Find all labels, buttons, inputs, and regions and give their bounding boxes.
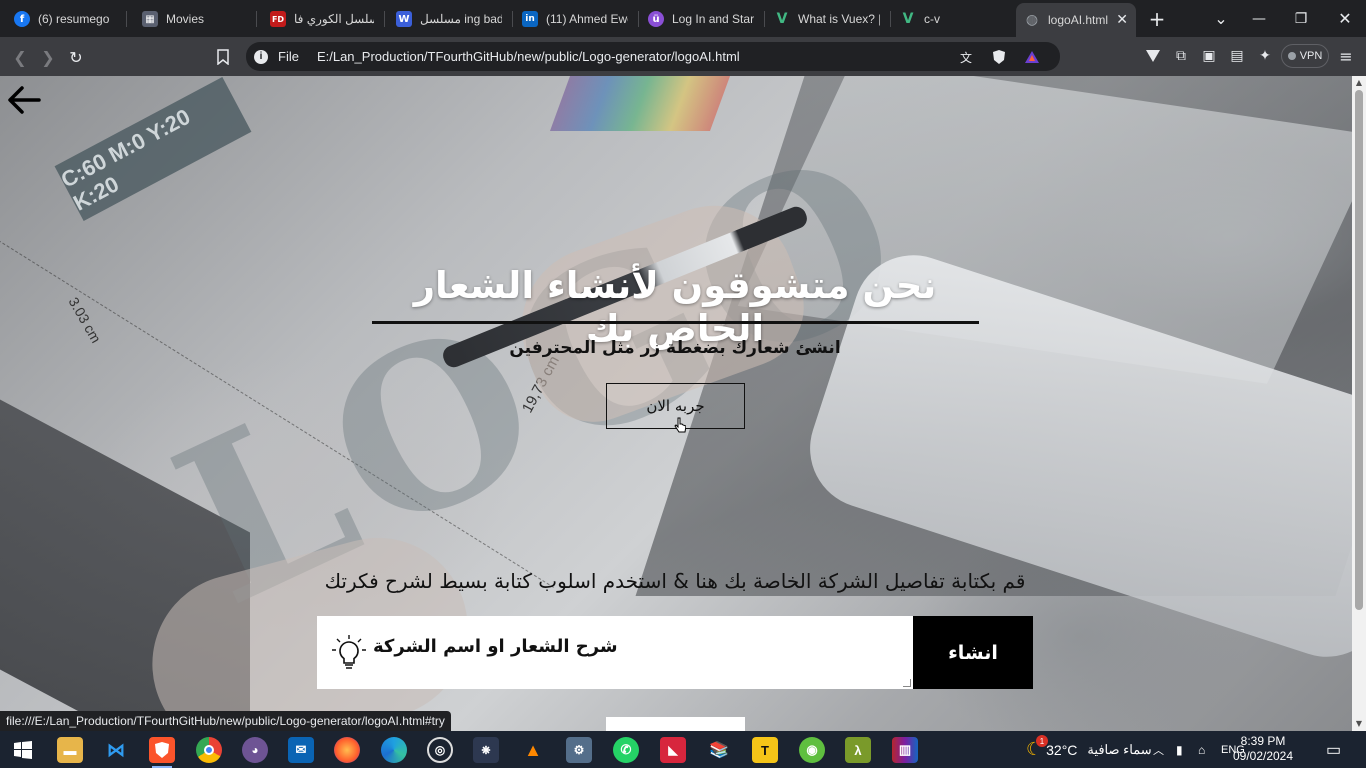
tab-udemy[interactable]: ü Log In and Start: [640, 4, 762, 34]
tab-resumego[interactable]: f (6) resumego.co: [6, 4, 118, 34]
vlc-icon[interactable]: ▲: [520, 737, 546, 763]
windows-taskbar: ▬ ⋈ ◕ ✉ ◎ ❋ ▲ ⚙ ✆ ◣ 📚 T ◉ λ ▥ ☾ 1 32°C سم…: [0, 731, 1366, 768]
movies-icon: ▦: [142, 11, 158, 27]
vpn-status-icon: [1287, 52, 1296, 60]
fd-icon: FD: [270, 11, 286, 27]
hero-subtitle: انشئ شعارك بضغطة زر مثل المحترفين: [509, 338, 841, 358]
weather-badge: 1: [1036, 735, 1048, 747]
davinci-resolve-icon[interactable]: ❋: [473, 737, 499, 763]
brave-rewards-icon[interactable]: [1024, 49, 1040, 65]
hand-cursor-icon: [674, 417, 687, 435]
brave-shields-icon[interactable]: [991, 49, 1007, 65]
site-info-icon[interactable]: i: [254, 49, 268, 64]
udemy-icon: ü: [648, 11, 664, 27]
github-desktop-icon[interactable]: ◕: [242, 737, 268, 763]
amd-icon[interactable]: ◣: [660, 737, 686, 763]
status-bar-url: file:///E:/Lan_Production/TFourthGitHub/…: [0, 711, 451, 731]
logo-description-input[interactable]: شرح الشعار او اسم الشركة: [317, 616, 913, 689]
lambda-icon[interactable]: λ: [845, 737, 871, 763]
chrome-icon[interactable]: [196, 737, 222, 763]
url-scheme: File: [278, 49, 299, 64]
moon-icon: ☾ 1: [1026, 735, 1048, 760]
brave-browser-icon[interactable]: [149, 737, 175, 768]
vscode-icon[interactable]: ⋈: [103, 737, 129, 763]
books-icon[interactable]: 📚: [706, 737, 732, 763]
browser-toolbar: ❮ ❯ ↻ i File E:/Lan_Production/TFourthGi…: [0, 37, 1366, 76]
file-explorer-icon[interactable]: ▬: [57, 737, 83, 763]
tab-breaking-bad[interactable]: W مسلسل ing bad: [388, 4, 510, 34]
tab-movies[interactable]: ▦ Movies: [134, 4, 254, 34]
page-scrollbar[interactable]: ▲ ▼: [1352, 76, 1366, 731]
clock-date: 09/02/2024: [1232, 749, 1294, 763]
tab-korean-series[interactable]: FD مسلسل الكوري فا: [262, 4, 382, 34]
tray-overflow-icon[interactable]: ︿: [1153, 731, 1164, 768]
weather-widget[interactable]: ☾ 1 32°C سماء صافية: [1026, 731, 1152, 768]
tab-logoai-active[interactable]: ◍ logoAI.html ✕: [1016, 3, 1136, 37]
tab-list-button[interactable]: ⌄: [1200, 0, 1242, 37]
hero-underline: [372, 321, 979, 324]
extensions-icon[interactable]: ⧉: [1172, 47, 1190, 65]
microphone-icon[interactable]: ▮: [1176, 731, 1183, 768]
firefox-icon[interactable]: [334, 737, 360, 763]
resize-handle-icon[interactable]: [903, 679, 911, 687]
edge-icon[interactable]: [381, 737, 407, 763]
create-button[interactable]: انشاء: [913, 616, 1033, 689]
background-color-tag: C:60 M:0 Y:20 K:20: [54, 77, 252, 221]
url-text[interactable]: E:/Lan_Production/TFourthGitHub/new/publ…: [317, 49, 740, 64]
vpn-shield-icon[interactable]: [1144, 47, 1162, 65]
menu-icon[interactable]: ≡: [1337, 47, 1355, 66]
close-window-button[interactable]: ✕: [1324, 0, 1366, 37]
description-text: قم بكتابة تفاصيل الشركة الخاصة بك هنا & …: [324, 569, 1026, 593]
background-color-swatch: [549, 76, 731, 131]
tab-vuex[interactable]: V What is Vuex? |: [766, 4, 888, 34]
tab-strip: f (6) resumego.co ▦ Movies FD مسلسل الكو…: [0, 0, 1366, 37]
clock-time: 8:39 PM: [1240, 734, 1286, 748]
page-viewport: LOGO C:60 M:0 Y:20 K:20 3.03 cm 19,73 cm…: [0, 76, 1352, 731]
winrar-icon[interactable]: ▥: [892, 737, 918, 763]
tab-linkedin[interactable]: in (11) Ahmed Ewe: [514, 4, 636, 34]
whatsapp-icon[interactable]: ✆: [613, 737, 639, 763]
next-section-stub: [606, 717, 745, 731]
windows-start-icon[interactable]: [10, 737, 36, 763]
reload-icon[interactable]: ↻: [64, 45, 88, 69]
back-arrow-icon[interactable]: [6, 82, 42, 118]
wallet-icon[interactable]: ▤: [1228, 47, 1246, 65]
bookmark-icon[interactable]: [211, 45, 235, 69]
scrollbar-thumb[interactable]: [1355, 90, 1363, 610]
network-icon[interactable]: ⌂: [1198, 731, 1205, 768]
leo-ai-icon[interactable]: ✦: [1256, 47, 1274, 65]
close-tab-icon[interactable]: ✕: [1116, 12, 1128, 28]
vue-icon: V: [776, 11, 788, 27]
tab-cv[interactable]: V c-v: [892, 4, 1012, 34]
taskbar-clock[interactable]: 8:39 PM 09/02/2024: [1228, 734, 1298, 764]
maximize-button[interactable]: ❐: [1280, 0, 1322, 37]
input-text: شرح الشعار او اسم الشركة: [373, 636, 618, 657]
weather-temp: 32°C: [1046, 741, 1078, 758]
vpn-button[interactable]: VPN: [1281, 44, 1329, 68]
facebook-icon: f: [14, 11, 30, 27]
vue-icon: V: [902, 11, 914, 27]
w-icon: W: [396, 11, 412, 27]
back-icon[interactable]: ❮: [8, 45, 32, 69]
linkedin-icon: in: [522, 11, 538, 27]
android-studio-icon[interactable]: ◉: [799, 737, 825, 763]
weather-text: سماء صافية: [1087, 741, 1152, 757]
scroll-up-icon[interactable]: ▲: [1354, 78, 1364, 88]
globe-icon: ◍: [1025, 12, 1039, 28]
obs-icon[interactable]: ◎: [427, 737, 453, 763]
typora-icon[interactable]: T: [752, 737, 778, 763]
address-bar[interactable]: i File E:/Lan_Production/TFourthGitHub/n…: [246, 42, 1060, 71]
scroll-down-icon[interactable]: ▼: [1354, 719, 1364, 729]
mail-icon[interactable]: ✉: [288, 737, 314, 763]
new-tab-button[interactable]: +: [1136, 0, 1178, 37]
minimize-button[interactable]: —: [1238, 0, 1280, 37]
notifications-icon[interactable]: ▭: [1326, 731, 1341, 768]
disk-tool-icon[interactable]: ⚙: [566, 737, 592, 763]
lightbulb-icon: [332, 634, 366, 669]
sidebar-icon[interactable]: ▣: [1200, 47, 1218, 65]
forward-icon[interactable]: ❯: [36, 45, 60, 69]
translate-icon[interactable]: 文: [958, 49, 974, 65]
